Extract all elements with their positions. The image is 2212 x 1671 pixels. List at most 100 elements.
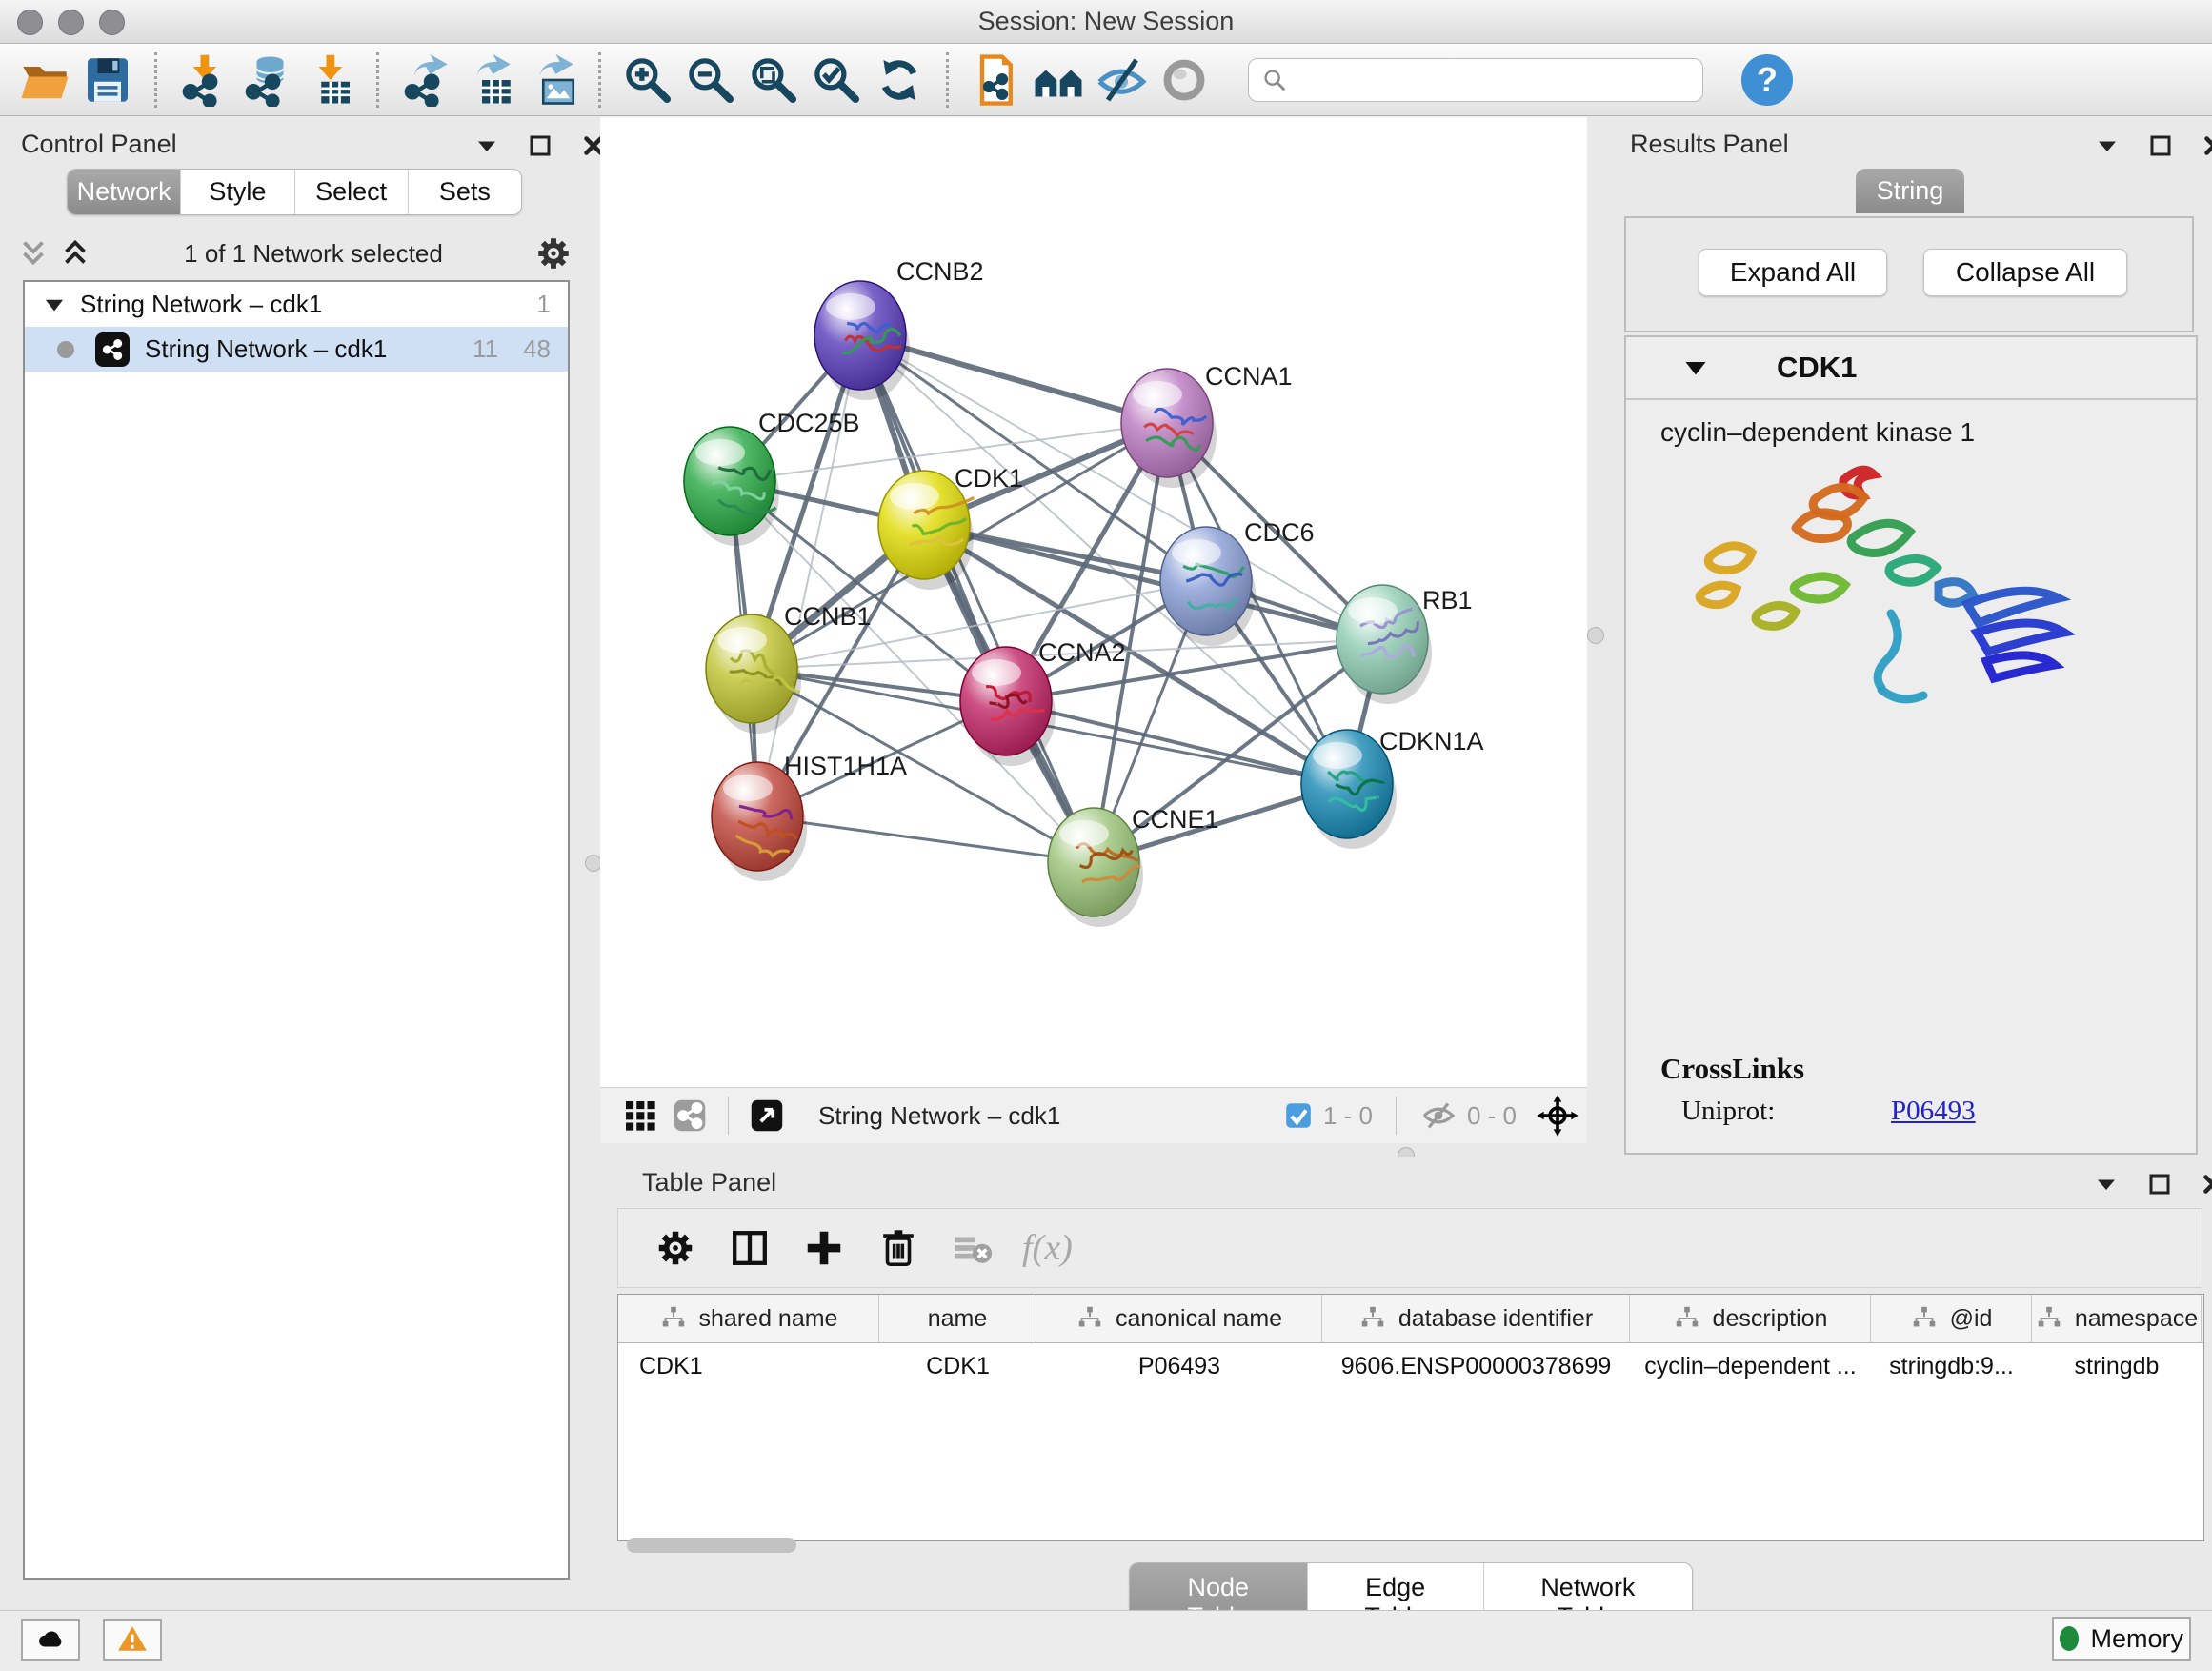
crosslink-label: Uniprot:	[1681, 1096, 1891, 1127]
show-columns-button[interactable]	[719, 1218, 780, 1278]
network-row[interactable]: String Network – cdk1 11 48	[25, 327, 568, 372]
tab-sets[interactable]: Sets	[409, 170, 521, 214]
import-network-database-button[interactable]	[235, 49, 298, 111]
help-button[interactable]: ?	[1741, 54, 1793, 106]
search-input[interactable]	[1297, 64, 1691, 95]
network-edge[interactable]	[757, 335, 860, 816]
string-home-button[interactable]	[1027, 49, 1090, 111]
network-node-HIST1H1A[interactable]: HIST1H1A	[712, 752, 907, 881]
network-collection-row[interactable]: String Network – cdk1 1	[25, 282, 568, 327]
import-network-db-icon	[240, 53, 293, 107]
network-canvas[interactable]: CCNB2CCNA1CDC25BCDK1CDC6RB1CCNB1CCNA2CDK…	[600, 117, 1587, 1087]
tab-string[interactable]: String	[1856, 169, 1964, 213]
zoom-out-button[interactable]	[679, 49, 742, 111]
open-session-button[interactable]	[13, 49, 76, 111]
column-network-icon	[1673, 1304, 1701, 1333]
zoom-fit-button[interactable]	[742, 49, 805, 111]
export-image-button[interactable]	[520, 49, 583, 111]
control-panel-tabs: NetworkStyleSelectSets	[67, 169, 522, 215]
selected-checkbox-icon[interactable]	[1283, 1100, 1314, 1131]
network-edge[interactable]	[757, 816, 1094, 862]
network-view-toolbar: String Network – cdk1 1 - 0 0 - 0	[600, 1087, 1587, 1143]
column-header-canonical-name[interactable]: canonical name	[1036, 1295, 1322, 1342]
hide-unhide-button[interactable]	[1090, 49, 1153, 111]
share-session-button[interactable]	[964, 49, 1027, 111]
network-edge-count: 48	[523, 334, 551, 364]
collapse-panel-icon[interactable]	[2093, 131, 2122, 160]
export-network-button[interactable]	[394, 49, 457, 111]
save-session-button[interactable]	[76, 49, 139, 111]
cloud-tasks-button[interactable]	[21, 1619, 80, 1661]
cdk1-section-header[interactable]: CDK1	[1626, 337, 2196, 400]
tab-network[interactable]: Network	[68, 170, 181, 214]
table-cell: stringdb	[2032, 1343, 2202, 1389]
memory-button[interactable]: Memory	[2052, 1617, 2191, 1661]
network-edge[interactable]	[860, 335, 1094, 862]
table-cell: 9606.ENSP00000378699	[1322, 1343, 1630, 1389]
table-horizontal-scrollbar[interactable]	[617, 1536, 2202, 1557]
close-panel-icon[interactable]	[2200, 131, 2212, 160]
scrollbar-thumb[interactable]	[627, 1538, 796, 1553]
column-header-shared-name[interactable]: shared name	[618, 1295, 879, 1342]
control-panel-title: Control Panel	[21, 130, 177, 159]
zoom-selected-icon	[810, 53, 863, 107]
float-panel-icon[interactable]	[2146, 131, 2175, 160]
network-node-RB1[interactable]: RB1	[1337, 585, 1473, 704]
network-node-CCNA2[interactable]: CCNA2	[960, 638, 1126, 766]
hidden-eye-slash-icon[interactable]	[1419, 1097, 1458, 1135]
table-settings-button[interactable]	[645, 1218, 706, 1278]
expand-all-icon[interactable]	[57, 235, 93, 272]
network-node-CDKN1A[interactable]: CDKN1A	[1301, 727, 1484, 849]
export-image-icon	[525, 53, 578, 107]
network-node-CCNB1[interactable]: CCNB1	[706, 602, 872, 734]
network-node-CCNE1[interactable]: CCNE1	[1048, 805, 1219, 927]
show-grid-button[interactable]	[615, 1093, 665, 1138]
import-network-file-button[interactable]	[172, 49, 235, 111]
zoom-selected-button[interactable]	[805, 49, 868, 111]
delete-column-button[interactable]	[868, 1218, 929, 1278]
export-network-icon	[399, 53, 452, 107]
export-table-button[interactable]	[457, 49, 520, 111]
refresh-button[interactable]	[868, 49, 931, 111]
network-graph[interactable]: CCNB2CCNA1CDC25BCDK1CDC6RB1CCNB1CCNA2CDK…	[600, 117, 1587, 1087]
right-divider-grip[interactable]	[1587, 627, 1604, 644]
network-node-CCNA1[interactable]: CCNA1	[1121, 362, 1293, 488]
column-header-description[interactable]: description	[1630, 1295, 1871, 1342]
folder-open-icon	[18, 53, 71, 107]
collapse-panel-icon[interactable]	[473, 131, 501, 160]
column-header-id[interactable]: @id	[1871, 1295, 2032, 1342]
float-panel-icon[interactable]	[2145, 1170, 2174, 1198]
network-node-CCNB2[interactable]: CCNB2	[814, 257, 984, 400]
gear-icon[interactable]	[533, 233, 573, 273]
export-table-icon	[462, 53, 515, 107]
tab-style[interactable]: Style	[181, 170, 294, 214]
collapse-all-button[interactable]: Collapse All	[1923, 249, 2127, 296]
import-table-button[interactable]	[298, 49, 361, 111]
table-row[interactable]: CDK1CDK1P064939606.ENSP00000378699cyclin…	[618, 1343, 2203, 1389]
birds-eye-view-button[interactable]	[742, 1093, 792, 1138]
zoom-in-button[interactable]	[616, 49, 679, 111]
column-header-database-identifier[interactable]: database identifier	[1322, 1295, 1630, 1342]
collapse-all-icon[interactable]	[15, 235, 51, 272]
float-panel-icon[interactable]	[526, 131, 554, 160]
save-icon	[81, 53, 134, 107]
close-panel-icon[interactable]	[2199, 1170, 2212, 1198]
section-expander-icon[interactable]	[1681, 353, 1710, 382]
string-style-button[interactable]	[665, 1093, 714, 1138]
search-box[interactable]	[1248, 58, 1703, 102]
crosslink-link[interactable]: P06493	[1891, 1096, 1976, 1127]
tab-select[interactable]: Select	[295, 170, 409, 214]
warnings-button[interactable]	[103, 1619, 162, 1661]
tree-expander-icon[interactable]	[42, 292, 67, 317]
presentation-button[interactable]	[1153, 49, 1216, 111]
network-node-CDC6[interactable]: CDC6	[1160, 518, 1315, 646]
create-column-button[interactable]	[794, 1218, 855, 1278]
collapse-panel-icon[interactable]	[2092, 1170, 2121, 1198]
node-table[interactable]: shared namenamecanonical namedatabase id…	[617, 1294, 2204, 1541]
network-row-label: String Network – cdk1	[145, 334, 387, 364]
titlebar: Session: New Session	[0, 0, 2212, 44]
column-header-namespace[interactable]: namespace	[2032, 1295, 2202, 1342]
expand-all-button[interactable]: Expand All	[1699, 249, 1887, 296]
fit-selected-crosshair-icon[interactable]	[1536, 1094, 1579, 1137]
column-header-name[interactable]: name	[879, 1295, 1036, 1342]
